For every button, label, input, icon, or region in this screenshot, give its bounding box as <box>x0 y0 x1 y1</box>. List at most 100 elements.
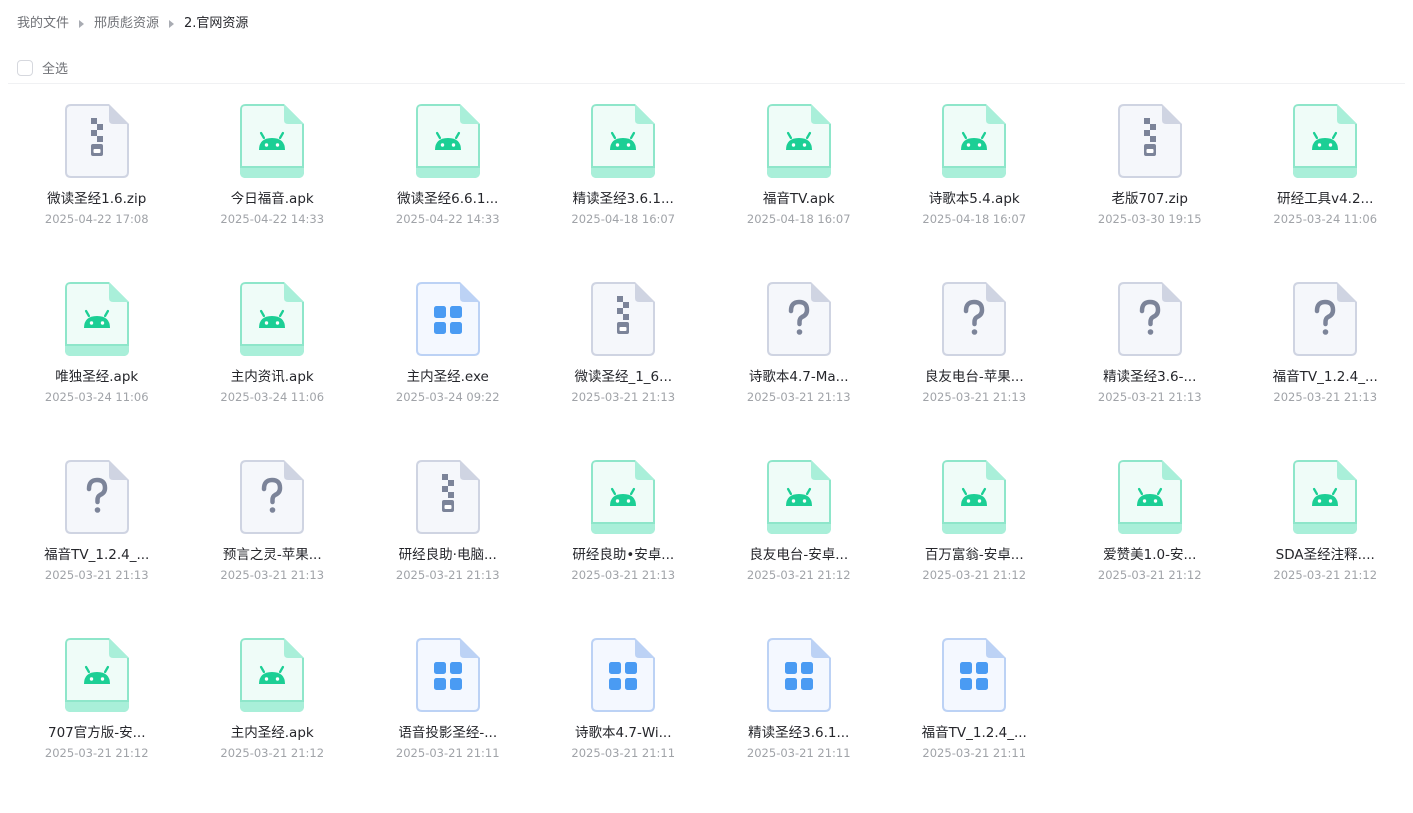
file-item[interactable]: SDA圣经注释.... 2025-03-21 21:12 <box>1238 452 1413 630</box>
file-name: 福音TV_1.2.4_... <box>921 725 1027 741</box>
file-date: 2025-04-18 16:07 <box>571 212 676 226</box>
file-name: 今日福音.apk <box>230 191 314 207</box>
file-name: 福音TV_1.2.4_... <box>44 547 150 563</box>
file-name: 主内圣经.exe <box>406 369 489 385</box>
unknown-file-icon <box>1293 282 1358 356</box>
zip-icon <box>415 460 480 534</box>
file-item[interactable]: 福音TV_1.2.4_... 2025-03-21 21:13 <box>9 452 185 630</box>
select-all-label[interactable]: 全选 <box>42 58 68 77</box>
file-item[interactable]: 精读圣经3.6.1... 2025-04-18 16:07 <box>536 96 712 274</box>
file-name: 主内圣经.apk <box>230 725 314 741</box>
file-date: 2025-03-21 21:12 <box>922 568 1027 582</box>
file-name: 爱赞美1.0-安... <box>1103 547 1197 563</box>
breadcrumb-separator-icon <box>169 20 175 28</box>
android-icon <box>1117 460 1182 534</box>
file-date: 2025-03-21 21:12 <box>746 568 851 582</box>
android-icon <box>64 282 129 356</box>
breadcrumb-item-current: 2.官网资源 <box>184 16 249 31</box>
file-item[interactable]: 微读圣经_1_6... 2025-03-21 21:13 <box>536 274 712 452</box>
file-item[interactable]: 福音TV.apk 2025-04-18 16:07 <box>711 96 887 274</box>
file-name: 诗歌本5.4.apk <box>928 191 1020 207</box>
file-item[interactable]: 精读圣经3.6-... 2025-03-21 21:13 <box>1062 274 1238 452</box>
file-item[interactable]: 研经工具v4.2... 2025-03-24 11:06 <box>1238 96 1413 274</box>
file-date: 2025-03-24 11:06 <box>1273 212 1378 226</box>
android-icon <box>240 638 305 712</box>
file-item[interactable]: 主内圣经.exe 2025-03-24 09:22 <box>360 274 536 452</box>
android-icon <box>415 104 480 178</box>
file-date: 2025-03-21 21:13 <box>1097 390 1202 404</box>
file-item[interactable]: 福音TV_1.2.4_... 2025-03-21 21:13 <box>1238 274 1413 452</box>
file-name: 诗歌本4.7-Ma... <box>748 369 849 385</box>
file-item[interactable]: 诗歌本4.7-Ma... 2025-03-21 21:13 <box>711 274 887 452</box>
file-item[interactable]: 精读圣经3.6.1... 2025-03-21 21:11 <box>711 630 887 808</box>
file-item[interactable]: 研经良助·电脑... 2025-03-21 21:13 <box>360 452 536 630</box>
file-date: 2025-03-21 21:13 <box>44 568 149 582</box>
file-date: 2025-04-22 17:08 <box>44 212 149 226</box>
file-item[interactable]: 诗歌本4.7-Wi... 2025-03-21 21:11 <box>536 630 712 808</box>
file-name: 百万富翁-安卓... <box>924 547 1024 563</box>
file-name: 福音TV_1.2.4_... <box>1272 369 1378 385</box>
file-date: 2025-03-21 21:13 <box>395 568 500 582</box>
file-item[interactable]: 主内资讯.apk 2025-03-24 11:06 <box>185 274 361 452</box>
breadcrumb-item-folder[interactable]: 邢质彪资源 <box>94 14 159 34</box>
windows-app-icon <box>591 638 656 712</box>
unknown-file-icon <box>240 460 305 534</box>
file-name: 精读圣经3.6-... <box>1103 369 1197 385</box>
file-name: 精读圣经3.6.1... <box>748 725 850 741</box>
file-item[interactable]: 良友电台-安卓... 2025-03-21 21:12 <box>711 452 887 630</box>
file-item[interactable]: 707官方版-安... 2025-03-21 21:12 <box>9 630 185 808</box>
breadcrumb-separator-icon <box>79 20 85 28</box>
android-icon <box>591 460 656 534</box>
file-item[interactable]: 良友电台-苹果... 2025-03-21 21:13 <box>887 274 1063 452</box>
file-date: 2025-03-21 21:11 <box>746 746 851 760</box>
file-date: 2025-03-21 21:13 <box>922 390 1027 404</box>
file-item[interactable]: 百万富翁-安卓... 2025-03-21 21:12 <box>887 452 1063 630</box>
header-divider <box>8 83 1405 84</box>
file-item[interactable]: 诗歌本5.4.apk 2025-04-18 16:07 <box>887 96 1063 274</box>
file-date: 2025-03-21 21:12 <box>44 746 149 760</box>
file-date: 2025-04-22 14:33 <box>395 212 500 226</box>
file-date: 2025-03-21 21:13 <box>220 568 325 582</box>
file-name: 主内资讯.apk <box>230 369 314 385</box>
file-date: 2025-03-30 19:15 <box>1097 212 1202 226</box>
android-icon <box>240 282 305 356</box>
breadcrumb-item-my-files[interactable]: 我的文件 <box>17 14 69 34</box>
file-item[interactable]: 唯独圣经.apk 2025-03-24 11:06 <box>9 274 185 452</box>
file-item[interactable]: 老版707.zip 2025-03-30 19:15 <box>1062 96 1238 274</box>
file-name: 微读圣经1.6.zip <box>47 191 147 207</box>
android-icon <box>1293 104 1358 178</box>
file-name: 福音TV.apk <box>762 191 835 207</box>
select-all-checkbox[interactable] <box>17 59 33 76</box>
file-name: 良友电台-苹果... <box>924 369 1024 385</box>
file-name: 微读圣经_1_6... <box>574 369 673 385</box>
zip-icon <box>1117 104 1182 178</box>
file-item[interactable]: 预言之灵-苹果... 2025-03-21 21:13 <box>185 452 361 630</box>
file-name: 老版707.zip <box>1111 191 1188 207</box>
file-name: 唯独圣经.apk <box>55 369 139 385</box>
file-date: 2025-03-21 21:13 <box>1273 390 1378 404</box>
file-name: 语音投影圣经-... <box>398 725 498 741</box>
file-date: 2025-03-24 11:06 <box>44 390 149 404</box>
file-name: 研经工具v4.2... <box>1277 191 1374 207</box>
file-item[interactable]: 微读圣经1.6.zip 2025-04-22 17:08 <box>9 96 185 274</box>
file-item[interactable]: 微读圣经6.6.1... 2025-04-22 14:33 <box>360 96 536 274</box>
android-icon <box>591 104 656 178</box>
file-item[interactable]: 福音TV_1.2.4_... 2025-03-21 21:11 <box>887 630 1063 808</box>
file-date: 2025-03-21 21:11 <box>571 746 676 760</box>
file-date: 2025-04-18 16:07 <box>922 212 1027 226</box>
file-item[interactable]: 今日福音.apk 2025-04-22 14:33 <box>185 96 361 274</box>
zip-icon <box>64 104 129 178</box>
file-name: SDA圣经注释.... <box>1275 547 1375 563</box>
file-item[interactable]: 语音投影圣经-... 2025-03-21 21:11 <box>360 630 536 808</box>
android-icon <box>240 104 305 178</box>
file-item[interactable]: 主内圣经.apk 2025-03-21 21:12 <box>185 630 361 808</box>
windows-app-icon <box>942 638 1007 712</box>
android-icon <box>766 460 831 534</box>
unknown-file-icon <box>1117 282 1182 356</box>
file-date: 2025-03-21 21:12 <box>1273 568 1378 582</box>
file-grid: 微读圣经1.6.zip 2025-04-22 17:08 今日福音.apk 2025… <box>9 96 1413 808</box>
file-item[interactable]: 研经良助•安卓... 2025-03-21 21:13 <box>536 452 712 630</box>
file-name: 精读圣经3.6.1... <box>572 191 674 207</box>
file-date: 2025-03-21 21:11 <box>395 746 500 760</box>
file-item[interactable]: 爱赞美1.0-安... 2025-03-21 21:12 <box>1062 452 1238 630</box>
